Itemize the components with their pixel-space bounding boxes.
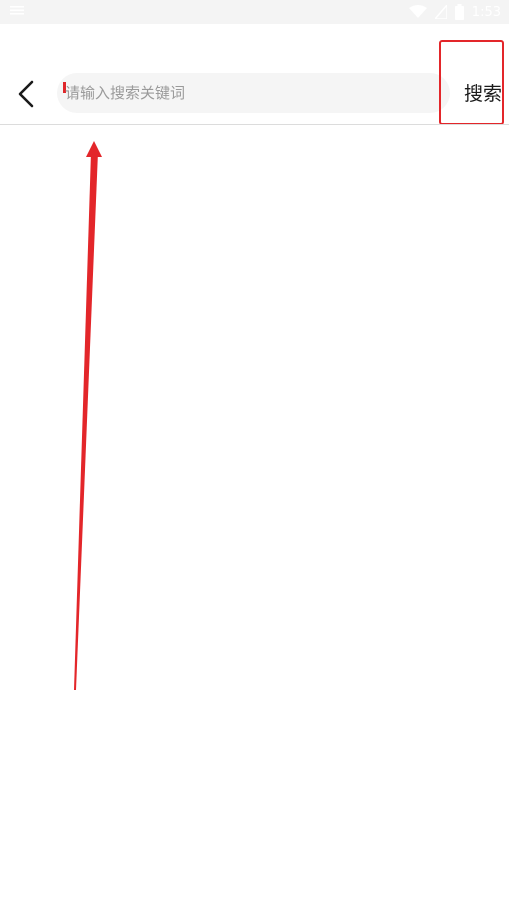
search-input[interactable] [65,73,435,113]
status-icons: 1:53 [408,2,501,22]
notification-icon [10,6,24,15]
wifi-icon [408,5,427,18]
signal-icon [434,5,447,19]
header-divider [0,124,509,125]
annotation-arrow-head [86,141,102,157]
search-box[interactable] [57,73,450,113]
status-bar: 1:53 [0,0,509,24]
search-button[interactable]: 搜索 [464,81,502,107]
back-button[interactable] [10,76,42,112]
status-time: 1:53 [471,4,501,20]
annotation-arrow [74,141,102,690]
chevron-left-icon [18,80,34,108]
annotation-arrow-shaft [74,152,98,690]
battery-icon [454,4,464,20]
